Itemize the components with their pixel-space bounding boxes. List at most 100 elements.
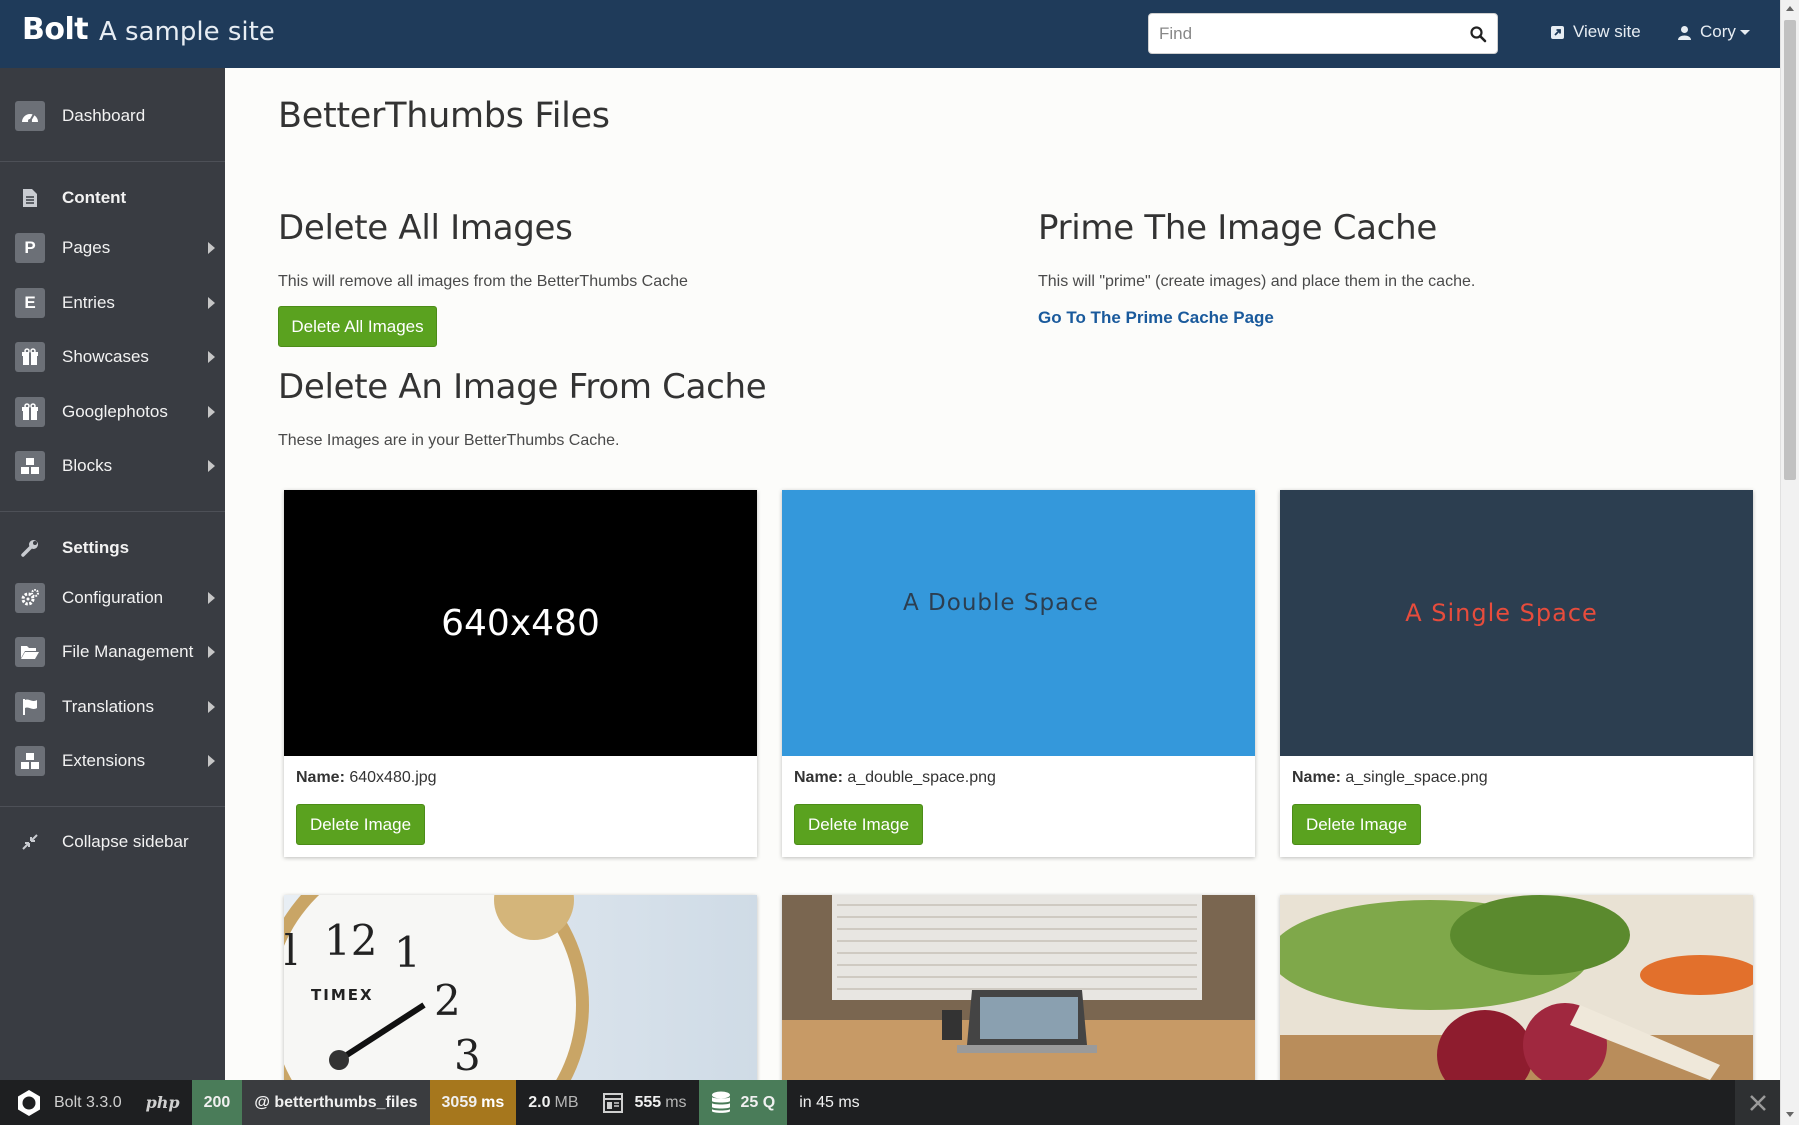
sidebar-item-translations[interactable]: Translations: [0, 682, 225, 732]
scrollbar-thumb[interactable]: [1784, 20, 1796, 480]
name-label: Name:: [1292, 769, 1341, 786]
scroll-up-arrow-icon[interactable]: [1786, 6, 1794, 11]
scroll-down-arrow-icon[interactable]: [1786, 1112, 1794, 1117]
close-icon: [1749, 1094, 1766, 1111]
request-time-value: 3059: [441, 1093, 478, 1111]
sidebar-item-blocks[interactable]: Blocks: [0, 441, 225, 491]
user-icon: [1678, 25, 1691, 40]
top-navbar: Bolt A sample site View site Cory: [0, 0, 1780, 68]
flag-icon: [15, 692, 45, 722]
clock-photo: 12 1 2 3 TIMEX l: [284, 895, 589, 1085]
view-site-link[interactable]: View site: [1550, 22, 1641, 42]
sidebar-item-label: Googlephotos: [62, 402, 168, 421]
collapse-sidebar-button[interactable]: Collapse sidebar: [0, 817, 225, 867]
sidebar-heading-settings[interactable]: Settings: [0, 523, 225, 573]
memory-value: 2.0: [528, 1093, 551, 1111]
caret-right-icon: [208, 701, 215, 713]
sidebar-divider: [0, 161, 225, 162]
delete-image-button[interactable]: Delete Image: [1292, 804, 1421, 845]
svg-text:TIMEX: TIMEX: [311, 986, 374, 1004]
sidebar-item-entries[interactable]: E Entries: [0, 278, 225, 328]
sidebar-item-label: Extensions: [62, 751, 146, 770]
user-menu[interactable]: Cory: [1677, 22, 1750, 42]
svg-text:3: 3: [454, 1031, 481, 1080]
delete-one-description: These Images are in your BetterThumbs Ca…: [278, 432, 620, 449]
delete-image-button[interactable]: Delete Image: [296, 804, 425, 845]
route-name-value: @ betterthumbs_files: [254, 1093, 418, 1111]
caret-right-icon: [208, 351, 215, 363]
sidebar-item-label: Dashboard: [62, 106, 146, 125]
sidebar-item-label: Translations: [62, 697, 154, 716]
delete-image-button[interactable]: Delete Image: [794, 804, 923, 845]
image-filename: 640x480.jpg: [349, 769, 437, 786]
bolt-logo-icon: [18, 1089, 40, 1116]
status-code-value: 200: [203, 1093, 231, 1111]
php-icon: php: [145, 1093, 180, 1112]
caret-right-icon: [208, 592, 215, 604]
sidebar-heading-label: Content: [62, 188, 127, 207]
image-thumbnail: 12 1 2 3 TIMEX l: [284, 895, 757, 1085]
render-time[interactable]: 555 ms: [590, 1080, 698, 1125]
external-link-icon: [1551, 25, 1564, 39]
image-card: 12 1 2 3 TIMEX l: [284, 895, 757, 1085]
folder-open-icon: [15, 637, 45, 667]
thumbnail-text: A Single Space: [1405, 599, 1598, 627]
site-name[interactable]: A sample site: [99, 17, 275, 47]
sidebar-item-file-management[interactable]: File Management: [0, 627, 225, 677]
sidebar-heading-content[interactable]: Content: [0, 173, 225, 223]
sidebar-item-label: File Management: [62, 642, 194, 661]
image-thumbnail: A Double Space: [782, 490, 1255, 756]
thumbnail-text: A Double Space: [903, 590, 1099, 616]
pages-letter-icon: P: [15, 233, 45, 263]
memory-unit: MB: [554, 1093, 579, 1111]
close-debugbar-button[interactable]: [1735, 1080, 1780, 1125]
image-thumbnail: [1280, 895, 1753, 1085]
render-time-unit: ms: [665, 1093, 687, 1111]
status-code[interactable]: 200: [191, 1080, 243, 1125]
query-time[interactable]: in 45 ms: [787, 1080, 871, 1125]
sidebar-item-label: Collapse sidebar: [62, 832, 189, 851]
sidebar-item-configuration[interactable]: Configuration: [0, 573, 225, 623]
brand-logo[interactable]: Bolt: [22, 12, 89, 47]
dashboard-icon: [15, 101, 45, 131]
view-site-label: View site: [1573, 22, 1641, 41]
prime-cache-link[interactable]: Go To The Prime Cache Page: [1038, 308, 1274, 328]
user-name: Cory: [1700, 22, 1736, 41]
image-card: [782, 895, 1255, 1085]
svg-text:l: l: [284, 926, 297, 975]
database-icon: [711, 1091, 730, 1113]
sidebar-item-extensions[interactable]: Extensions: [0, 736, 225, 786]
gift-icon: [15, 342, 45, 372]
sidebar-divider: [0, 511, 225, 512]
sidebar-item-dashboard[interactable]: Dashboard: [0, 91, 225, 141]
sidebar-item-googlephotos[interactable]: Googlephotos: [0, 387, 225, 437]
bolt-version-label: Bolt 3.3.0: [54, 1093, 122, 1111]
sidebar-item-showcases[interactable]: Showcases: [0, 332, 225, 382]
page-scrollbar[interactable]: [1780, 0, 1799, 1125]
image-thumbnail: 640x480: [284, 490, 757, 756]
bolt-version[interactable]: Bolt 3.3.0: [0, 1080, 134, 1125]
route-name[interactable]: @ betterthumbs_files: [242, 1080, 430, 1125]
php-info[interactable]: php: [134, 1080, 192, 1125]
thumbnail-text: 640x480: [441, 602, 600, 644]
vegetables-photo: [1280, 895, 1753, 1085]
caret-down-icon: [1739, 29, 1750, 35]
prime-cache-heading: Prime The Image Cache: [1038, 208, 1437, 248]
search-icon[interactable]: [1469, 25, 1487, 43]
search-box: [1148, 13, 1498, 54]
name-label: Name:: [296, 769, 345, 786]
sidebar-item-label: Showcases: [62, 347, 149, 366]
sidebar-item-label: Entries: [62, 293, 115, 312]
delete-all-images-button[interactable]: Delete All Images: [278, 306, 437, 347]
search-input[interactable]: [1149, 14, 1449, 53]
database-queries[interactable]: 25 Q: [698, 1080, 788, 1125]
request-time-unit: ms: [481, 1093, 505, 1111]
wrench-icon: [15, 533, 45, 563]
prime-cache-description: This will "prime" (create images) and pl…: [1038, 273, 1476, 290]
request-time[interactable]: 3059 ms: [429, 1080, 517, 1125]
sidebar-item-pages[interactable]: P Pages: [0, 223, 225, 273]
image-card: [1280, 895, 1753, 1085]
caret-right-icon: [208, 297, 215, 309]
image-name: Name: a_single_space.png: [1292, 769, 1488, 787]
memory-usage[interactable]: 2.0 MB: [516, 1080, 590, 1125]
